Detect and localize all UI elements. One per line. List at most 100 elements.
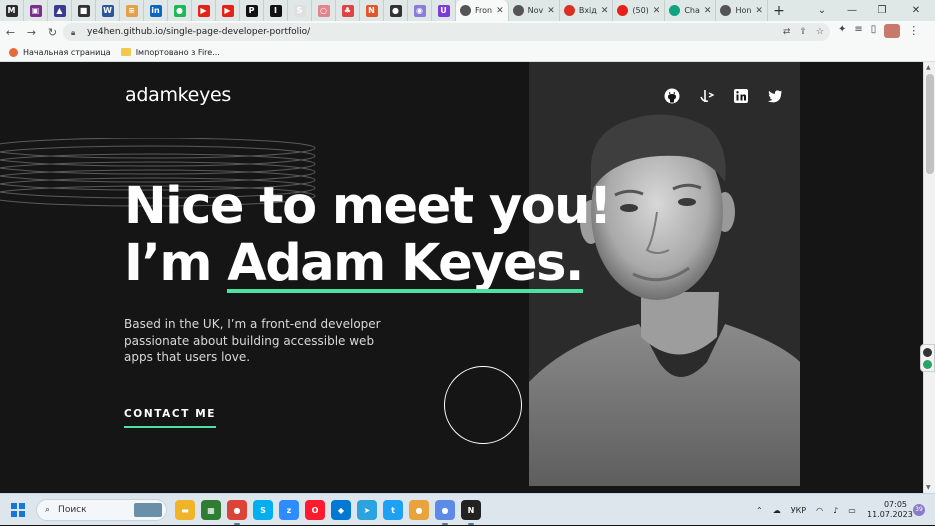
linkedin-icon[interactable] — [733, 88, 749, 104]
volume-icon[interactable]: ♪ — [833, 506, 838, 515]
chevron-up-icon[interactable]: ⌃ — [756, 506, 763, 515]
minimize-button[interactable]: — — [837, 0, 867, 21]
forward-button[interactable]: → — [21, 26, 42, 39]
address-bar[interactable]: 🔒︎ ye4hen.github.io/single-page-develope… — [63, 23, 830, 41]
vscode-icon[interactable]: ◆ — [331, 500, 351, 520]
tab-word-icon[interactable]: W — [96, 0, 120, 21]
notification-badge[interactable]: 39 — [913, 504, 925, 516]
close-tab-icon[interactable]: ✕ — [547, 6, 555, 16]
headline-greeting: Nice to meet you! — [124, 177, 612, 236]
extensions-icon[interactable]: ✦ — [838, 24, 846, 38]
tab-moodle-icon[interactable]: M — [0, 0, 24, 21]
contact-me-button[interactable]: CONTACT ME — [124, 408, 217, 428]
telegram-icon[interactable]: ➤ — [357, 500, 377, 520]
lock-icon[interactable]: 🔒︎ — [71, 28, 79, 37]
skype-icon[interactable]: S — [253, 500, 273, 520]
close-tab-icon[interactable]: ✕ — [601, 6, 609, 16]
tab-youtube-icon[interactable]: ▶ — [192, 0, 216, 21]
cloud-icon[interactable]: ☁ — [773, 506, 781, 515]
profile-avatar[interactable] — [884, 24, 901, 38]
wifi-icon[interactable]: ◠ — [816, 506, 823, 515]
page-scrollbar[interactable]: ▲ ▼ — [923, 62, 935, 493]
search-icon: ⌕ — [45, 505, 51, 515]
tab-s-app-icon[interactable]: S — [288, 0, 312, 21]
close-widget-icon[interactable] — [923, 348, 932, 357]
tab-linkedin-icon[interactable]: in — [144, 0, 168, 21]
tab-youtube-icon[interactable]: ▶ — [216, 0, 240, 21]
portfolio-page: adamkeyes Nice to meet you! I’m Adam Key… — [0, 62, 923, 493]
tab-leaf-icon[interactable]: ♣ — [336, 0, 360, 21]
zoom-icon[interactable]: z — [279, 500, 299, 520]
extension-widget-icon[interactable] — [923, 360, 932, 369]
leaf-icon: ♣ — [341, 4, 354, 17]
store-icon[interactable]: ▦ — [201, 500, 221, 520]
tab-search-icon[interactable]: ⌄ — [807, 0, 837, 21]
chrome-alt-icon[interactable]: ● — [409, 500, 429, 520]
tab-label: Hon — [735, 6, 752, 15]
moodle-icon: M — [5, 4, 18, 17]
browser-menu-icon[interactable]: ⋮ — [908, 24, 919, 38]
reading-list-icon[interactable]: ≡ — [854, 24, 862, 38]
start-button[interactable] — [11, 503, 25, 517]
close-tab-icon[interactable]: ✕ — [496, 6, 504, 16]
tab-label: Вхід — [578, 6, 597, 15]
chrome-profile-icon[interactable]: ● — [435, 500, 455, 525]
tab-opera-icon[interactable]: ○ — [312, 0, 336, 21]
browser-tab[interactable]: (50) ✕ — [613, 0, 666, 21]
opera-icon[interactable]: O — [305, 500, 325, 520]
patreon-icon: P — [245, 4, 258, 17]
close-tab-icon[interactable]: ✕ — [755, 6, 763, 16]
chrome-icon[interactable]: ● — [227, 500, 247, 525]
twitter-icon[interactable]: t — [383, 500, 403, 520]
site-logo[interactable]: adamkeyes — [125, 84, 231, 106]
new-tab-button[interactable]: + — [768, 3, 790, 19]
battery-icon[interactable]: ▭ — [848, 506, 856, 515]
browser-tab[interactable]: Hon ✕ — [716, 0, 768, 21]
tab-patreon-icon[interactable]: P — [240, 0, 264, 21]
side-extension-widget[interactable] — [920, 344, 935, 372]
close-tab-icon[interactable]: ✕ — [653, 6, 661, 16]
browser-tab[interactable]: Cha ✕ — [665, 0, 717, 21]
scroll-down-icon[interactable]: ▼ — [926, 484, 931, 491]
maximize-button[interactable]: ❐ — [867, 0, 897, 21]
tab-triangle-app-icon[interactable]: ▲ — [48, 0, 72, 21]
bookmark-star-icon[interactable]: ☆ — [816, 23, 824, 41]
translate-icon[interactable]: ⇄ — [783, 23, 791, 41]
share-icon[interactable]: ⇪ — [799, 23, 807, 41]
github-icon[interactable] — [664, 88, 680, 104]
youtube-icon: ▶ — [197, 4, 210, 17]
browser-tab[interactable]: Nov ✕ — [509, 0, 560, 21]
tab-app-icon[interactable]: ▣ — [24, 0, 48, 21]
linkedin-icon: in — [149, 4, 162, 17]
back-button[interactable]: ← — [0, 26, 21, 39]
frontend-mentor-icon[interactable] — [699, 88, 715, 104]
bookmark-label: Начальная страница — [23, 47, 111, 57]
tab-dev-icon[interactable]: I — [264, 0, 288, 21]
github-icon: ● — [389, 4, 402, 17]
bookmark-imported[interactable]: Імпортовано з Fire... — [120, 48, 220, 57]
language-indicator[interactable]: УКР — [791, 506, 806, 515]
taskbar-search[interactable]: ⌕ Поиск — [36, 499, 167, 521]
hero-headline: Nice to meet you! I’m Adam Keyes. — [124, 177, 612, 293]
scrollbar-thumb[interactable] — [926, 74, 934, 174]
bookmark-home[interactable]: Начальная страница — [9, 47, 111, 57]
tab-github-icon[interactable]: ● — [384, 0, 408, 21]
tab-books-icon[interactable]: ≡ — [120, 0, 144, 21]
close-tab-icon[interactable]: ✕ — [704, 6, 712, 16]
browser-tab[interactable]: Fron ✕ — [456, 0, 509, 21]
scroll-up-icon[interactable]: ▲ — [926, 64, 931, 71]
clock[interactable]: 07:05 11.07.2023 — [867, 500, 913, 520]
tab-messenger-icon[interactable]: ◉ — [408, 0, 432, 21]
twitter-icon[interactable] — [767, 88, 783, 104]
side-panel-icon[interactable]: ▯ — [871, 24, 877, 38]
reload-button[interactable]: ↻ — [42, 26, 63, 39]
file-explorer-icon[interactable]: ▬ — [175, 500, 195, 520]
tab-news-icon[interactable]: N — [360, 0, 384, 21]
close-window-button[interactable]: ✕ — [897, 0, 935, 21]
url-text[interactable]: ye4hen.github.io/single-page-developer-p… — [87, 27, 310, 37]
tab-u-app-icon[interactable]: U — [432, 0, 456, 21]
tab-spotify-icon[interactable]: ● — [168, 0, 192, 21]
notion-icon[interactable]: N — [461, 500, 481, 525]
tab-film-icon[interactable]: ■ — [72, 0, 96, 21]
browser-tab[interactable]: Вхід ✕ — [560, 0, 614, 21]
